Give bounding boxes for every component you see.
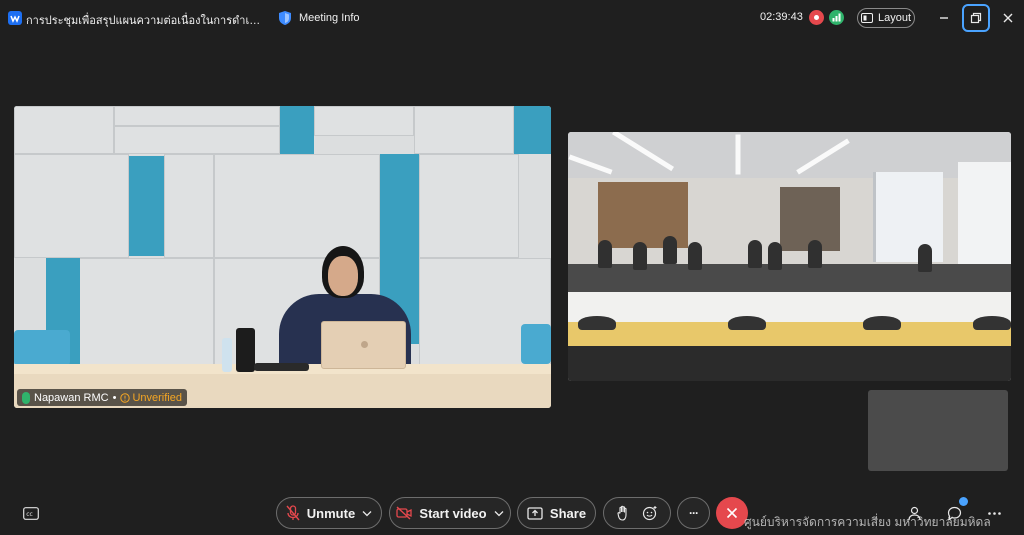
unmute-label: Unmute: [306, 505, 356, 521]
chair: [14, 330, 70, 366]
shield-icon: [279, 11, 291, 25]
share-screen-icon: [527, 506, 543, 520]
share-label: Share: [549, 505, 587, 521]
name-separator: •: [112, 391, 117, 404]
video-off-icon: [396, 506, 413, 520]
layout-icon: [860, 13, 873, 23]
layout-button[interactable]: Layout: [857, 8, 915, 28]
webex-logo-icon: [8, 11, 22, 25]
participant-name-tag: Napawan RMC • Unverified: [17, 389, 187, 406]
reaction-icon[interactable]: [642, 505, 658, 521]
more-options-button[interactable]: ···: [677, 497, 710, 529]
meeting-timer: 02:39:43: [760, 11, 803, 23]
reactions-button[interactable]: [603, 497, 671, 529]
unmute-button[interactable]: Unmute: [276, 497, 382, 529]
warning-icon: [120, 392, 131, 403]
network-stats-icon[interactable]: [829, 10, 844, 25]
chevron-down-icon[interactable]: [362, 510, 372, 517]
meeting-title: การประชุมเพื่อสรุปแผนความต่อเนื่องในการด…: [26, 15, 264, 27]
mic-muted-icon: [286, 505, 300, 521]
close-icon: [1003, 13, 1013, 23]
chat-button[interactable]: [945, 504, 963, 522]
start-video-button[interactable]: Start video: [389, 497, 511, 529]
self-view-tile[interactable]: [868, 390, 1008, 471]
chevron-down-icon[interactable]: [494, 510, 504, 517]
room-window: [873, 172, 943, 262]
water-bottle: [222, 338, 232, 372]
svg-text:cc: cc: [26, 511, 33, 518]
mic-active-icon: [22, 391, 30, 404]
tumbler: [236, 328, 255, 372]
desk-light-strip: [568, 322, 1011, 346]
layout-label: Layout: [877, 12, 912, 24]
start-video-label: Start video: [419, 505, 487, 521]
front-desk: [568, 292, 1011, 322]
unread-chat-badge: [959, 497, 968, 506]
laptop-logo: [361, 341, 368, 348]
participants-button[interactable]: [905, 504, 923, 522]
unverified-badge[interactable]: Unverified: [120, 392, 182, 404]
restore-button[interactable]: [962, 4, 990, 32]
chat-icon: [947, 506, 961, 521]
participants-icon: [907, 506, 921, 520]
speaker-face: [328, 256, 358, 296]
meeting-info-label: Meeting Info: [299, 12, 360, 24]
close-window-button[interactable]: [994, 4, 1022, 32]
captions-icon: cc: [23, 506, 39, 520]
leave-icon: [726, 507, 738, 519]
room-video[interactable]: [568, 132, 1011, 381]
share-button[interactable]: Share: [517, 497, 596, 529]
title-bar: การประชุมเพื่อสรุปแผนความต่อเนื่องในการด…: [0, 0, 1024, 36]
minimize-button[interactable]: [930, 4, 958, 32]
chair: [521, 324, 551, 364]
desk-microphone: [254, 363, 309, 371]
participant-name: Napawan RMC: [34, 391, 109, 404]
captions-button[interactable]: cc: [20, 503, 42, 523]
recording-icon[interactable]: [809, 10, 824, 25]
room-ceiling: [568, 132, 1011, 178]
minimize-icon: [940, 17, 948, 19]
more-options-icon: [987, 511, 1001, 515]
main-speaker-video[interactable]: Napawan RMC • Unverified: [14, 106, 551, 408]
more-panels-button[interactable]: [985, 504, 1003, 522]
meeting-info-button[interactable]: Meeting Info: [278, 9, 360, 27]
restore-icon: [970, 12, 982, 24]
front-chairs: [568, 346, 1011, 381]
raise-hand-icon[interactable]: [616, 505, 630, 521]
unverified-label: Unverified: [132, 391, 182, 404]
more-icon: ···: [689, 506, 699, 520]
